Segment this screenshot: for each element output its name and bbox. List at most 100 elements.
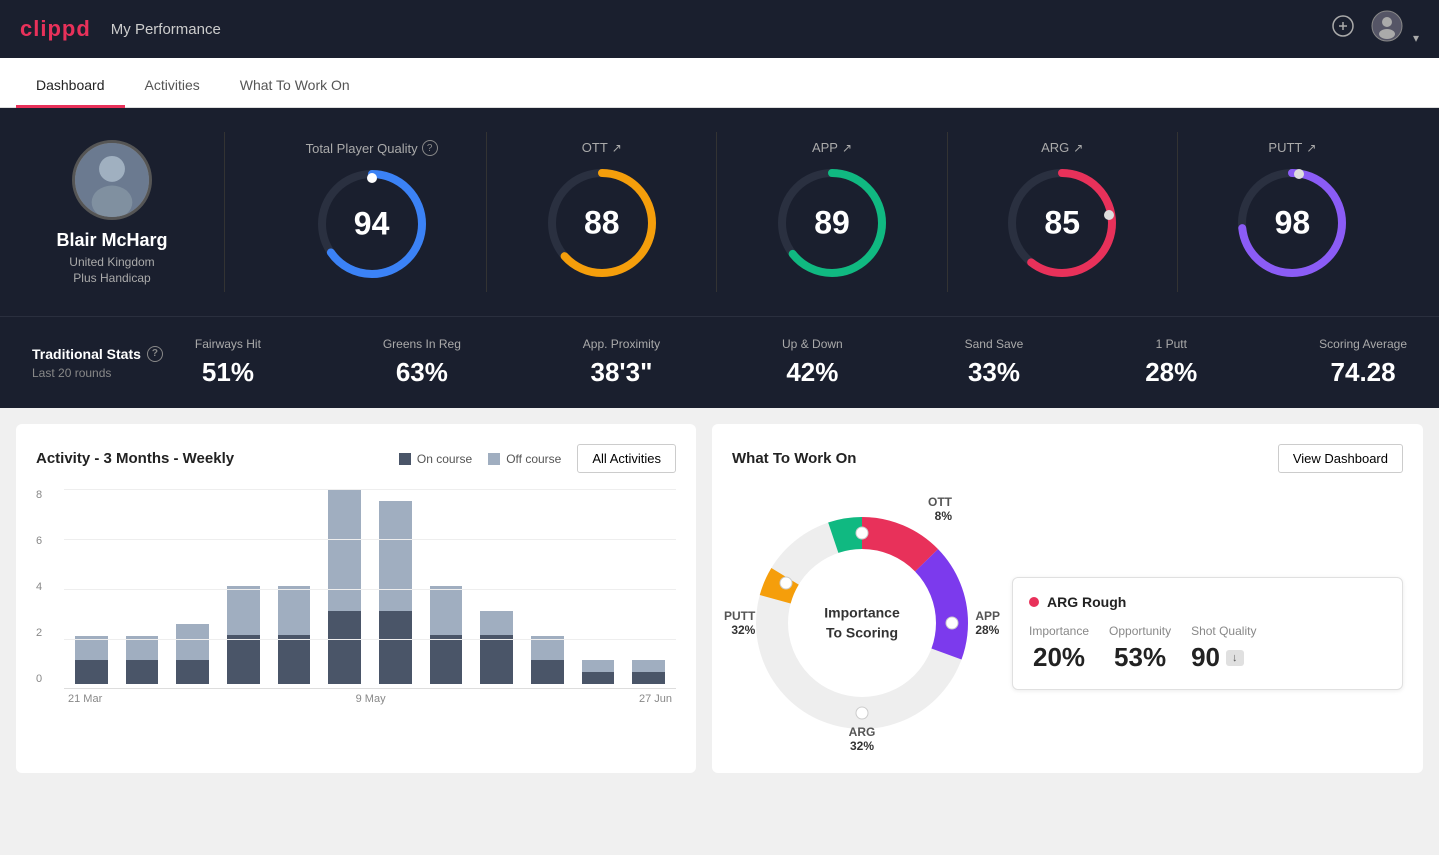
label-ott: OTT 8%: [928, 495, 952, 523]
bar-group-3: [169, 489, 216, 684]
logo: clippd: [20, 16, 91, 42]
header-title: My Performance: [111, 21, 221, 38]
bar-off-4: [227, 586, 260, 635]
ott-value: 88: [584, 205, 620, 242]
legend-off-dot: [488, 453, 500, 465]
grid-line-4: [64, 589, 676, 590]
player-info: Blair McHarg United Kingdom Plus Handica…: [32, 140, 192, 285]
tab-dashboard[interactable]: Dashboard: [16, 65, 125, 108]
chart-title: Activity - 3 Months - Weekly: [36, 450, 234, 467]
player-country: United Kingdom: [69, 255, 154, 269]
chart-body: [64, 489, 676, 689]
gauge-total: 94: [312, 164, 432, 284]
bar-group-6: [321, 489, 368, 684]
bar-group-12: [625, 489, 672, 684]
bar-on-5: [278, 635, 311, 684]
donut-chart: Importance To Scoring OTT 8% APP 28% ARG…: [732, 493, 992, 753]
legend-on-course: On course: [399, 452, 472, 466]
shot-quality-badge: ↓: [1226, 650, 1244, 666]
card-dot: [1029, 597, 1039, 607]
bar-off-8: [430, 586, 463, 635]
grid-line-8: [64, 489, 676, 490]
header: clippd My Performance ▾: [0, 0, 1439, 58]
bar-off-7: [379, 501, 412, 611]
bar-group-8: [423, 489, 470, 684]
bar-off-6: [328, 489, 361, 611]
bar-group-5: [271, 489, 318, 684]
metric-ott: OTT ↗ 88: [486, 132, 716, 292]
wtwo-card: ARG Rough Importance 20% Opportunity 53%…: [1012, 577, 1403, 690]
bar-on-3: [176, 660, 209, 684]
total-value: 94: [354, 206, 390, 243]
stat-sandsave: Sand Save 33%: [965, 337, 1024, 388]
stat-proximity: App. Proximity 38'3": [583, 337, 660, 388]
nav-tabs: Dashboard Activities What To Work On: [0, 58, 1439, 108]
trad-stats-bar: Traditional Stats ? Last 20 rounds Fairw…: [0, 316, 1439, 408]
chart-legend: On course Off course: [399, 452, 562, 466]
activity-panel: Activity - 3 Months - Weekly On course O…: [16, 424, 696, 773]
bar-on-8: [430, 635, 463, 684]
user-menu[interactable]: ▾: [1371, 10, 1419, 48]
stat-importance: Importance 20%: [1029, 624, 1089, 673]
bar-on-7: [379, 611, 412, 684]
legend-on-dot: [399, 453, 411, 465]
arg-value: 85: [1044, 205, 1080, 242]
stat-greens: Greens In Reg 63%: [383, 337, 461, 388]
wtwo-content: Importance To Scoring OTT 8% APP 28% ARG…: [732, 493, 1403, 753]
bar-group-4: [220, 489, 267, 684]
bar-on-2: [126, 660, 159, 684]
label-app: APP 28%: [975, 609, 1000, 637]
grid-line-6: [64, 539, 676, 540]
stat-opportunity: Opportunity 53%: [1109, 624, 1171, 673]
view-dashboard-button[interactable]: View Dashboard: [1278, 444, 1403, 473]
bar-on-11: [582, 672, 615, 684]
bar-off-11: [582, 660, 615, 672]
gauge-putt: 98: [1232, 163, 1352, 283]
bar-group-1: [68, 489, 115, 684]
gauge-ott: 88: [542, 163, 662, 283]
tab-activities[interactable]: Activities: [125, 65, 220, 108]
all-activities-button[interactable]: All Activities: [577, 444, 676, 473]
metric-app: APP ↗ 89: [716, 132, 946, 292]
header-left: clippd My Performance: [20, 16, 221, 42]
metrics-grid: Total Player Quality ? 94 OTT ↗: [257, 132, 1407, 292]
stat-scoring: Scoring Average 74.28: [1319, 337, 1407, 388]
player-handicap: Plus Handicap: [73, 271, 150, 285]
header-right: ▾: [1331, 10, 1419, 48]
player-name: Blair McHarg: [56, 230, 167, 251]
wtwo-stats: Importance 20% Opportunity 53% Shot Qual…: [1029, 624, 1386, 673]
chart-area: 8 6 4 2 0: [36, 489, 676, 705]
bar-group-7: [372, 489, 419, 684]
grid-line-0: [64, 688, 676, 689]
bar-on-9: [480, 635, 513, 684]
wtwo-right: ARG Rough Importance 20% Opportunity 53%…: [1012, 557, 1403, 690]
bar-group-11: [575, 489, 622, 684]
info-icon-total[interactable]: ?: [422, 140, 438, 156]
bar-off-12: [632, 660, 665, 672]
bars-container: [64, 489, 676, 684]
donut-center-text: Importance To Scoring: [824, 603, 899, 642]
wtwo-header: What To Work On View Dashboard: [732, 444, 1403, 473]
wtwo-title: What To Work On: [732, 450, 856, 467]
putt-value: 98: [1275, 205, 1311, 242]
stat-oneputt: 1 Putt 28%: [1145, 337, 1197, 388]
wtwo-panel: What To Work On View Dashboard: [712, 424, 1423, 773]
bar-on-6: [328, 611, 361, 684]
label-putt: PUTT 32%: [724, 609, 755, 637]
add-icon[interactable]: [1331, 14, 1355, 44]
gauge-arg: 85: [1002, 163, 1122, 283]
bar-on-12: [632, 672, 665, 684]
main-content: Activity - 3 Months - Weekly On course O…: [0, 408, 1439, 789]
wtwo-card-title: ARG Rough: [1029, 594, 1386, 610]
metric-putt: PUTT ↗ 98: [1177, 132, 1407, 292]
avatar: [72, 140, 152, 220]
bar-off-9: [480, 611, 513, 635]
divider: [224, 132, 225, 292]
metric-arg: ARG ↗ 85: [947, 132, 1177, 292]
info-icon-trad[interactable]: ?: [147, 346, 163, 362]
bar-off-3: [176, 624, 209, 660]
legend-off-course: Off course: [488, 452, 561, 466]
total-quality-label: Total Player Quality ?: [306, 140, 438, 156]
y-axis: 8 6 4 2 0: [36, 489, 42, 689]
tab-what-to-work-on[interactable]: What To Work On: [220, 65, 370, 108]
